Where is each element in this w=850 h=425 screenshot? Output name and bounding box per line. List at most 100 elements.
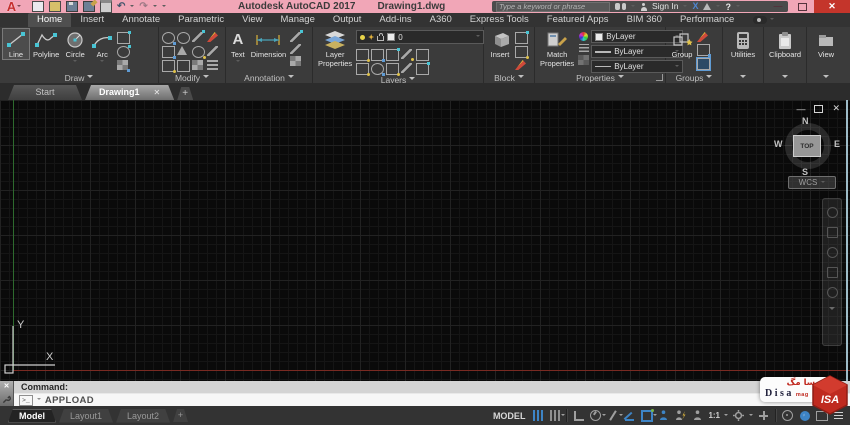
more-modify-icon[interactable] (207, 60, 218, 70)
close-tab-icon[interactable]: ✕ (154, 85, 161, 100)
erase-tool-icon[interactable] (207, 32, 218, 42)
tab-insert[interactable]: Insert (71, 13, 113, 27)
save-as-icon[interactable] (83, 1, 95, 12)
dimension-tool-button[interactable]: Dimension (249, 29, 288, 59)
layer-lock-icon[interactable] (386, 49, 399, 61)
edit-attributes-icon[interactable] (515, 60, 526, 70)
transparency-icon[interactable] (578, 55, 589, 65)
clipboard-button[interactable]: Clipboard (767, 29, 803, 59)
multileader-tool-icon[interactable] (290, 44, 301, 54)
search-icon[interactable] (615, 3, 626, 10)
tab-annotate[interactable]: Annotate (113, 13, 169, 27)
create-block-icon[interactable] (515, 32, 528, 44)
tab-add-ins[interactable]: Add-ins (370, 13, 420, 27)
search-input[interactable] (496, 2, 610, 12)
panel-clipboard[interactable]: Clipboard (764, 27, 807, 83)
annotation-scale-dropdown-icon[interactable] (724, 414, 728, 418)
tab-home[interactable]: Home (28, 13, 71, 27)
table-tool-icon[interactable] (290, 56, 301, 66)
command-line-grip[interactable]: ✕ (0, 381, 14, 406)
layer-match-icon[interactable] (401, 49, 412, 59)
application-menu-button[interactable]: A (2, 0, 26, 13)
leader-tool-icon[interactable] (290, 32, 301, 42)
ungroup-icon[interactable] (697, 32, 708, 42)
panel-label-draw[interactable]: Draw (0, 72, 158, 83)
panel-utilities[interactable]: Utilities (723, 27, 764, 83)
new-tab-button[interactable]: + (177, 87, 193, 100)
tab-bim-360[interactable]: BIM 360 (618, 13, 671, 27)
navbar-more-icon[interactable] (829, 307, 835, 313)
layer-properties-button[interactable]: LayerProperties (316, 29, 354, 68)
fillet-tool-icon[interactable] (192, 46, 205, 58)
view-button[interactable]: View (815, 29, 837, 59)
file-tab-start[interactable]: Start (8, 85, 82, 100)
layer-make-current-icon[interactable] (416, 49, 429, 61)
layer-freeze-icon[interactable] (371, 49, 384, 61)
zoom-extents-icon[interactable] (827, 247, 838, 258)
annotation-autoscale-icon[interactable] (674, 409, 687, 422)
match-properties-button[interactable]: MatchProperties (538, 29, 576, 68)
restore-button[interactable] (790, 0, 814, 13)
apps-dropdown-icon[interactable] (716, 5, 720, 9)
viewcube-east[interactable]: E (834, 139, 840, 149)
redo-icon[interactable]: ↷ (139, 2, 147, 12)
circle-tool-button[interactable]: Circle (63, 29, 87, 64)
lineweight-list-icon[interactable] (579, 44, 589, 52)
wrench-icon[interactable] (2, 395, 11, 404)
annotation-visibility-icon[interactable] (657, 409, 670, 422)
undo-icon[interactable]: ↶ (117, 2, 125, 12)
help-dropdown-icon[interactable] (736, 5, 740, 9)
group-button[interactable]: Group (669, 29, 695, 59)
annotation-scale-person-icon[interactable] (691, 409, 704, 422)
layout-tab-layout2[interactable]: Layout2 (116, 409, 170, 423)
workspace-dropdown-icon[interactable] (749, 414, 753, 418)
hatch-tool-icon[interactable] (117, 60, 128, 70)
layout-tab-layout1[interactable]: Layout1 (59, 409, 113, 423)
viewport-restore-icon[interactable] (814, 105, 823, 113)
trim-tool-icon[interactable] (192, 32, 203, 42)
isometric-drafting-icon[interactable] (606, 409, 619, 422)
open-icon[interactable] (49, 1, 61, 12)
viewport-minimize-icon[interactable]: — (796, 104, 805, 114)
search-dropdown-icon[interactable] (631, 5, 635, 9)
layer-prev-icon[interactable] (416, 63, 429, 75)
panel-label-block[interactable]: Block (484, 72, 534, 83)
scale-tool-icon[interactable] (177, 60, 190, 72)
tab-performance[interactable]: Performance (671, 13, 743, 27)
wcs-dropdown[interactable]: WCS (788, 176, 836, 189)
panel-expander-icon[interactable] (656, 74, 663, 81)
array-tool-icon[interactable] (192, 60, 203, 70)
tab-express-tools[interactable]: Express Tools (461, 13, 538, 27)
rectangle-tool-icon[interactable] (117, 32, 130, 44)
command-input-line[interactable]: >_ APPLOAD (14, 394, 850, 406)
object-snap-tracking-icon[interactable] (623, 409, 636, 422)
line-tool-button[interactable]: Line (3, 29, 29, 59)
viewcube-north[interactable]: N (802, 116, 809, 126)
panel-label-view[interactable] (807, 72, 845, 83)
rotate-tool-icon[interactable] (177, 32, 190, 44)
copy-tool-icon[interactable] (162, 46, 175, 58)
text-tool-button[interactable]: A Text (229, 29, 247, 64)
panel-label-clipboard[interactable] (764, 72, 806, 83)
offset-tool-icon[interactable] (207, 46, 218, 56)
tab-manage[interactable]: Manage (272, 13, 324, 27)
redo-dropdown-icon[interactable] (153, 5, 157, 9)
viewport-close-icon[interactable]: ✕ (832, 103, 840, 114)
file-tab-drawing1[interactable]: Drawing1 ✕ (85, 85, 174, 100)
viewcube-west[interactable]: W (774, 139, 783, 149)
annotation-scale-value[interactable]: 1:1 (708, 411, 720, 420)
snap-mode-icon[interactable] (548, 409, 561, 422)
layout-tab-model[interactable]: Model (8, 409, 56, 423)
crosshair-plus-icon[interactable] (757, 409, 770, 422)
layer-isolate-icon[interactable] (356, 49, 369, 61)
model-space-button[interactable]: MODEL (493, 411, 526, 421)
a360-apps-icon[interactable] (703, 3, 711, 10)
color-wheel-icon[interactable] (579, 32, 588, 41)
edit-block-icon[interactable] (515, 46, 528, 58)
exchange-apps-icon[interactable]: X (692, 1, 698, 12)
group-edit-icon[interactable] (697, 44, 710, 56)
object-snap-icon[interactable] (640, 409, 653, 422)
layer-dropdown[interactable]: 0 (356, 30, 484, 44)
polar-tracking-icon[interactable] (589, 409, 602, 422)
viewcube[interactable]: N S W E TOP (782, 120, 834, 172)
